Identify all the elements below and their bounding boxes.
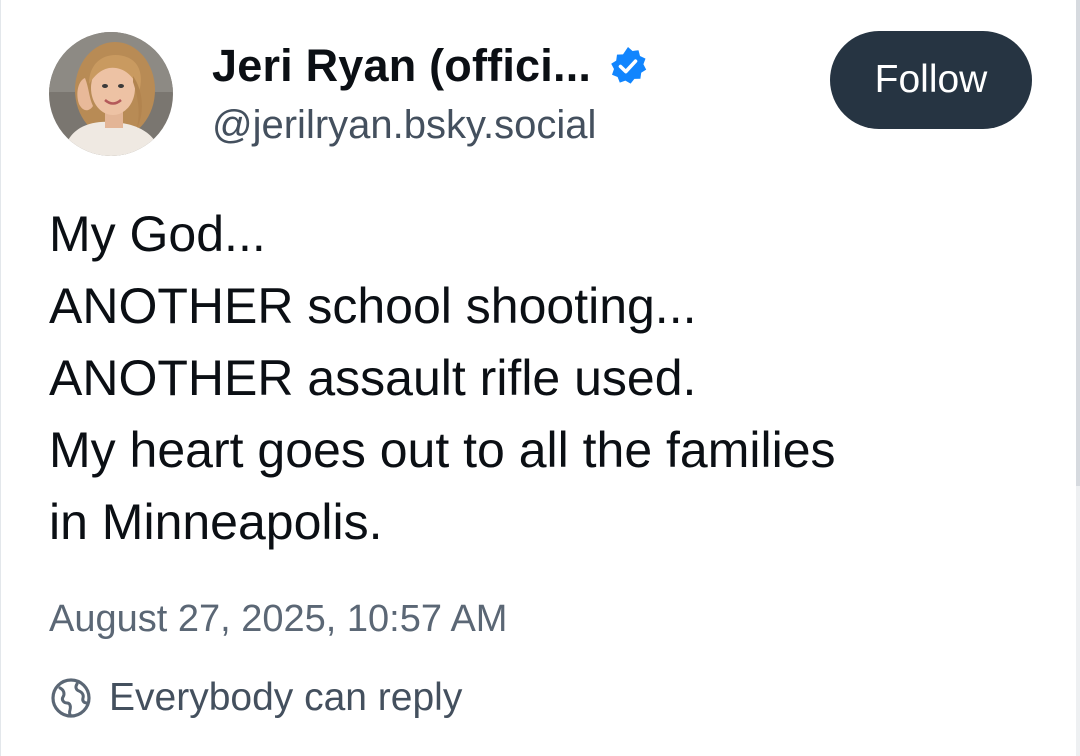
scrollbar-thumb[interactable] — [1076, 0, 1080, 486]
left-divider — [0, 0, 1, 756]
post-text-line: in Minneapolis. — [49, 494, 383, 550]
follow-button[interactable]: Follow — [830, 31, 1032, 129]
post-text-line: My heart goes out to all the families — [49, 422, 836, 478]
author-row: Jeri Ryan (offici... — [212, 38, 649, 94]
post-text-line: ANOTHER school shooting... — [49, 278, 697, 334]
author-handle[interactable]: @jerilryan.bsky.social — [212, 103, 596, 148]
post-text-line: My God... — [49, 206, 266, 262]
post-text: My God... ANOTHER school shooting... ANO… — [49, 198, 1049, 558]
avatar-image — [49, 32, 173, 156]
reply-settings: Everybody can reply — [49, 670, 462, 726]
post-card: Jeri Ryan (offici... @jerilryan.bsky.soc… — [0, 0, 1080, 756]
avatar[interactable] — [49, 32, 173, 156]
post-timestamp[interactable]: August 27, 2025, 10:57 AM — [49, 598, 507, 641]
display-name[interactable]: Jeri Ryan (offici... — [212, 40, 591, 92]
globe-icon — [49, 676, 93, 720]
reply-settings-label: Everybody can reply — [109, 676, 463, 719]
post-text-line: ANOTHER assault rifle used. — [49, 350, 697, 406]
verified-badge-icon[interactable] — [607, 45, 649, 87]
